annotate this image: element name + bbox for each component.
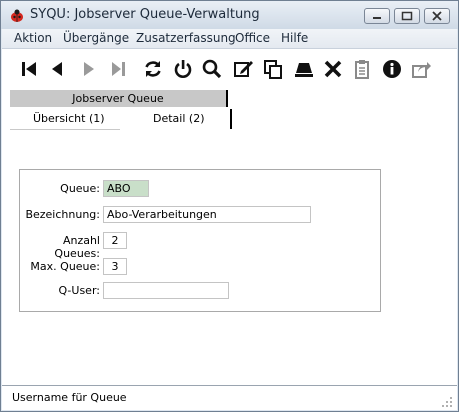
copy-icon xyxy=(264,60,282,79)
title-bar[interactable]: SYQU: Jobserver Queue-Verwaltung xyxy=(1,1,458,29)
share-icon xyxy=(412,62,431,78)
power-button[interactable] xyxy=(172,58,194,80)
anzahl-queues-label: Anzahl Queues: xyxy=(54,234,100,260)
queue-field[interactable]: ABO xyxy=(103,180,149,197)
delete-button[interactable] xyxy=(322,58,344,80)
save-button[interactable] xyxy=(293,58,315,80)
queue-label: Queue: xyxy=(60,182,100,195)
search-icon xyxy=(202,59,222,79)
close-icon xyxy=(432,11,442,21)
save-icon xyxy=(295,63,313,77)
tab-divider xyxy=(10,129,120,130)
info-icon xyxy=(383,60,401,78)
share-button[interactable] xyxy=(410,58,432,80)
menu-uebergaenge[interactable]: Übergänge xyxy=(63,31,129,45)
menu-office[interactable]: Office xyxy=(235,31,270,45)
max-queue-field[interactable]: 3 xyxy=(103,258,127,275)
status-text: Username für Queue xyxy=(12,391,127,404)
status-bar: Username für Queue xyxy=(2,385,457,410)
minimize-icon xyxy=(373,17,381,19)
q-user-field[interactable] xyxy=(103,282,229,299)
last-record-button[interactable] xyxy=(107,58,129,80)
menu-hilfe[interactable]: Hilfe xyxy=(281,31,308,45)
first-record-button[interactable] xyxy=(18,58,40,80)
last-icon xyxy=(112,62,125,76)
clipboard-button[interactable] xyxy=(351,58,373,80)
tab-detail[interactable]: Detail (2) xyxy=(120,109,232,129)
minimize-button[interactable] xyxy=(364,8,390,24)
maximize-button[interactable] xyxy=(394,8,420,24)
maximize-icon xyxy=(401,11,413,21)
previous-record-button[interactable] xyxy=(46,58,68,80)
resize-grip-icon[interactable] xyxy=(441,393,453,407)
window-title: SYQU: Jobserver Queue-Verwaltung xyxy=(30,7,260,22)
toolbar xyxy=(2,49,457,89)
first-icon xyxy=(22,62,36,76)
tab-group-jobserver-queue[interactable]: Jobserver Queue xyxy=(10,90,228,107)
tab-uebersicht[interactable]: Übersicht (1) xyxy=(10,109,120,129)
anzahl-queues-field[interactable]: 2 xyxy=(103,232,127,249)
q-user-label: Q-User: xyxy=(58,284,100,297)
ladybug-app-icon xyxy=(9,8,25,22)
close-button[interactable] xyxy=(424,8,450,24)
next-icon xyxy=(84,62,94,76)
next-record-button[interactable] xyxy=(78,58,100,80)
detail-form-panel: Queue: ABO Bezeichnung: Abo-Verarbeitung… xyxy=(19,169,381,312)
menu-zusatzerfassung[interactable]: Zusatzerfassung xyxy=(136,31,236,45)
edit-button[interactable] xyxy=(232,58,254,80)
prev-icon xyxy=(52,62,62,76)
bezeichnung-label: Bezeichnung: xyxy=(25,208,100,221)
delete-icon xyxy=(324,60,342,78)
info-button[interactable] xyxy=(381,58,403,80)
menu-bar: Aktion Übergänge Zusatzerfassung Office … xyxy=(2,29,457,49)
refresh-button[interactable] xyxy=(142,58,164,80)
copy-button[interactable] xyxy=(262,58,284,80)
edit-icon xyxy=(234,61,253,77)
bezeichnung-field[interactable]: Abo-Verarbeitungen xyxy=(103,206,311,223)
max-queue-label: Max. Queue: xyxy=(30,260,100,273)
menu-aktion[interactable]: Aktion xyxy=(14,31,52,45)
refresh-icon xyxy=(145,61,161,77)
search-button[interactable] xyxy=(201,58,223,80)
clipboard-icon xyxy=(355,60,369,79)
power-icon xyxy=(174,60,192,78)
app-window: SYQU: Jobserver Queue-Verwaltung Aktion … xyxy=(0,0,459,412)
